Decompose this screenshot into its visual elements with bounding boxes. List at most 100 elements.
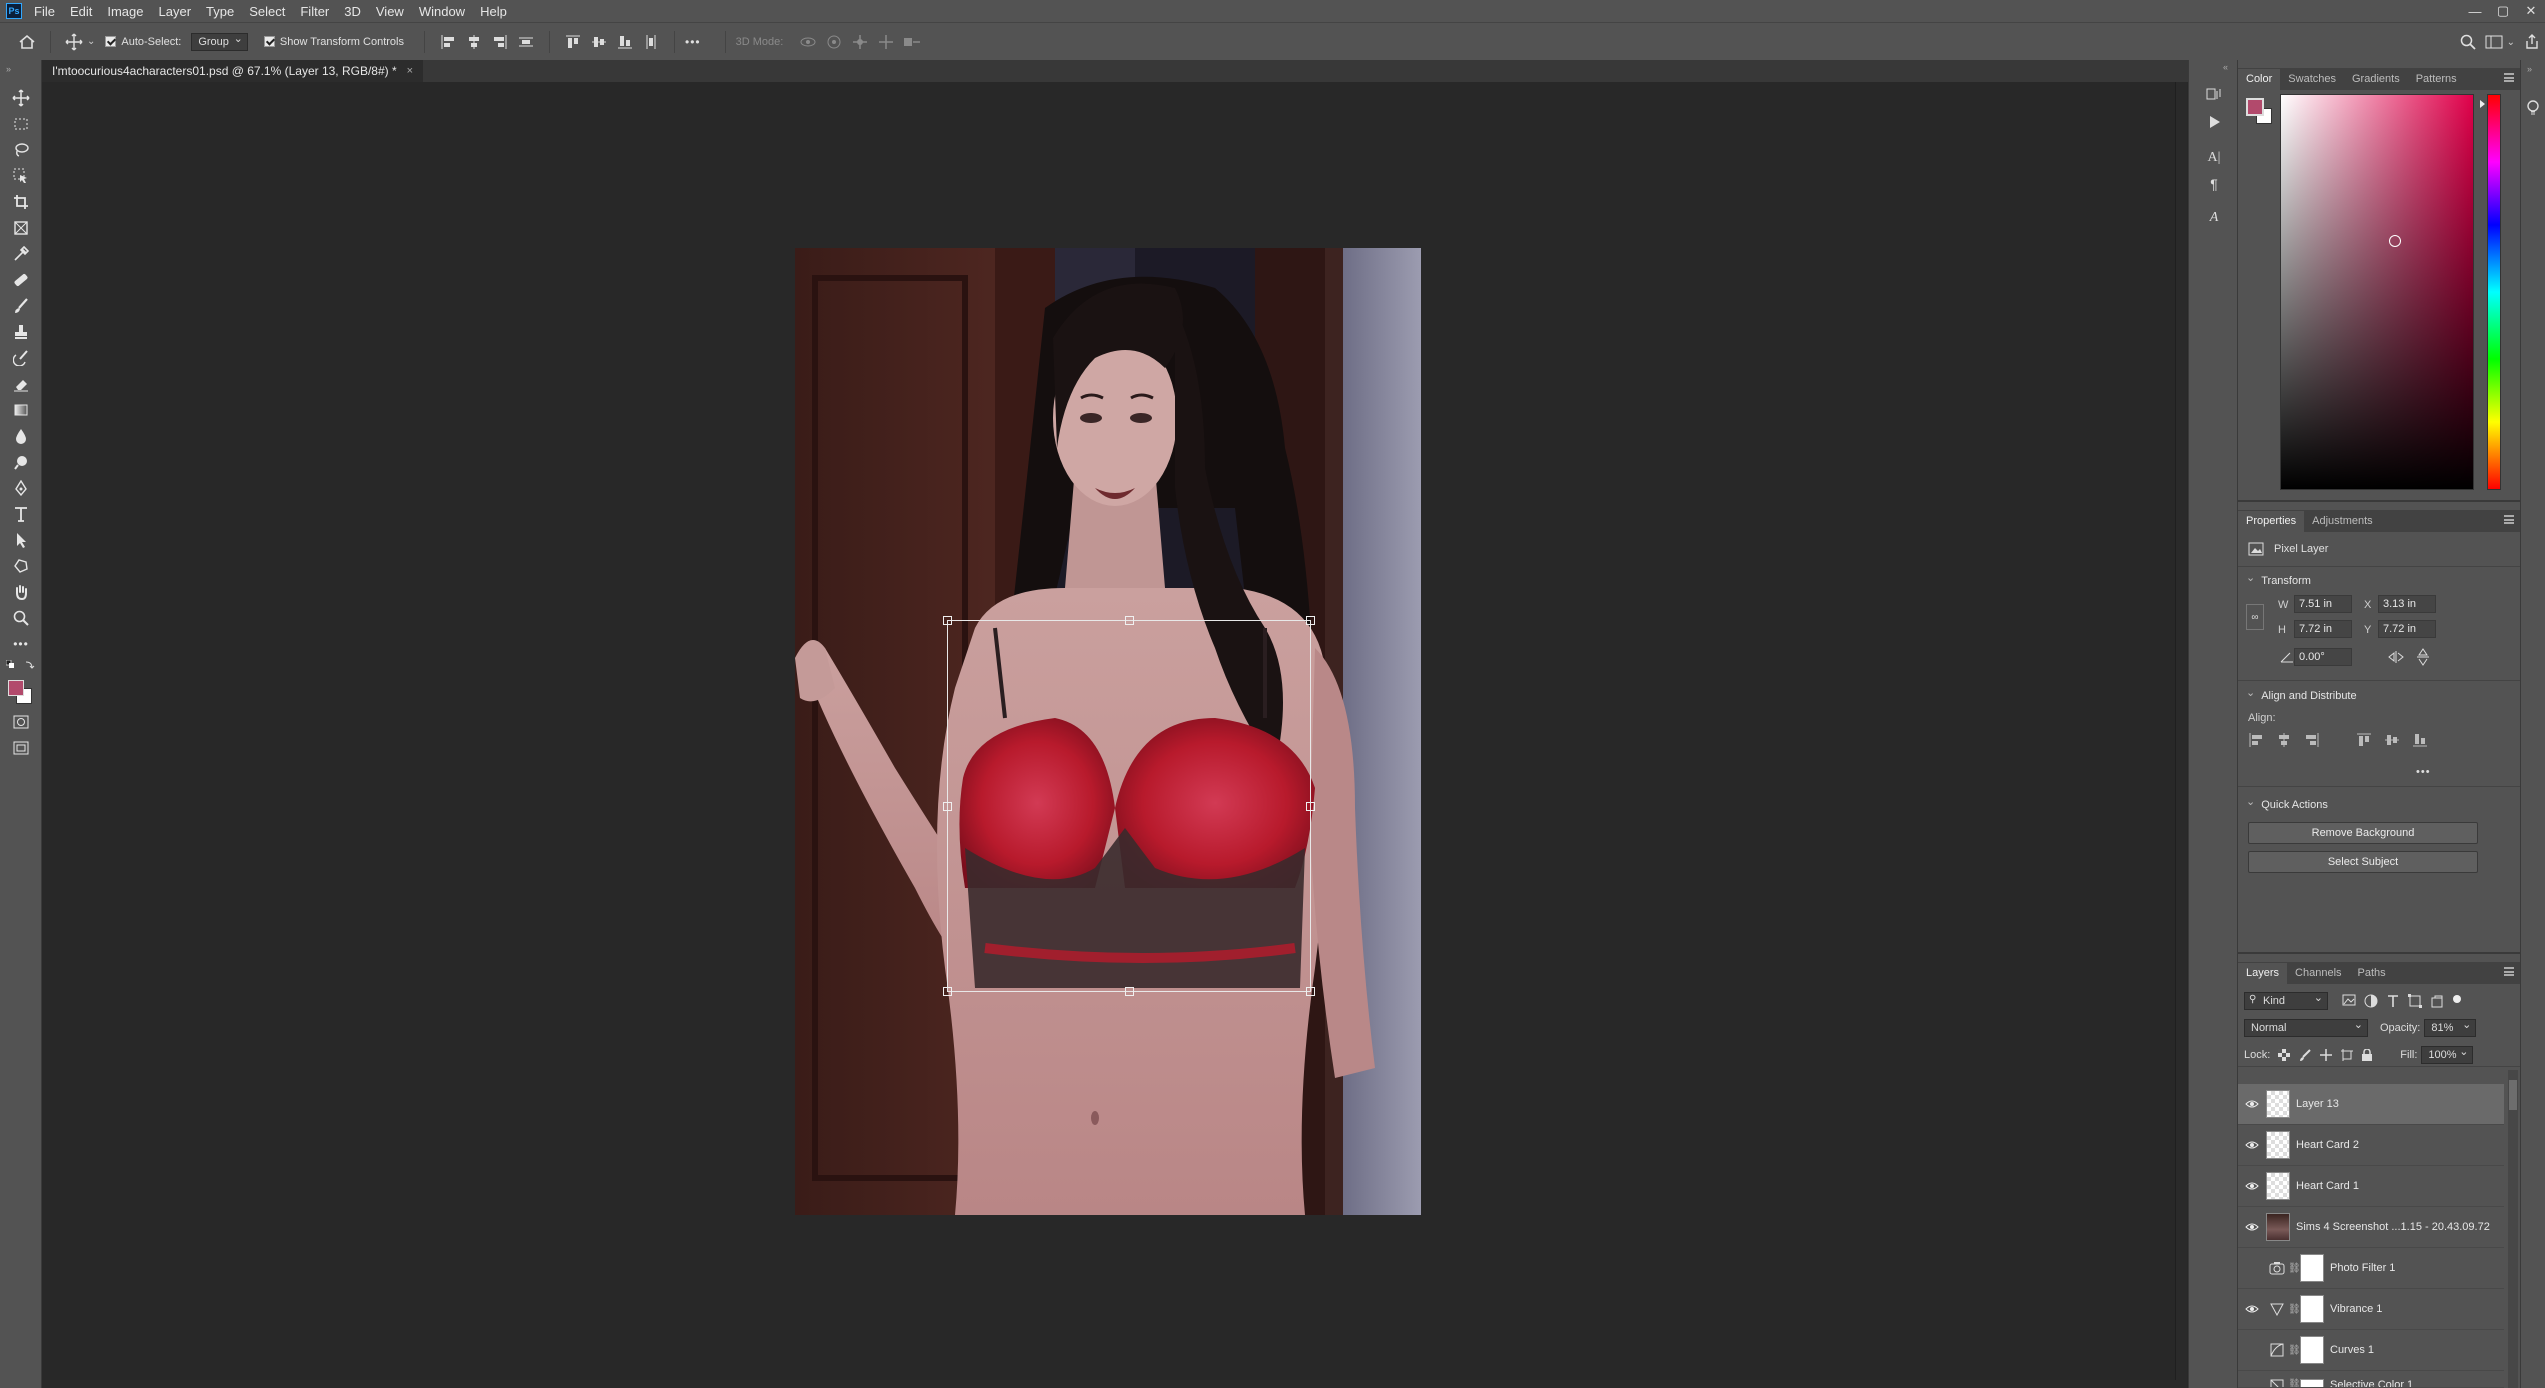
- more-tools-icon[interactable]: •••: [7, 632, 35, 656]
- layer-row[interactable]: ⛓ Vibrance 1: [2238, 1289, 2504, 1330]
- menu-edit[interactable]: Edit: [70, 4, 92, 19]
- remove-background-button[interactable]: Remove Background: [2248, 822, 2478, 844]
- align-distribute-heading[interactable]: Align and Distribute: [2246, 689, 2356, 702]
- filter-smart-object-icon[interactable]: [2430, 994, 2444, 1008]
- mask-link-icon[interactable]: ⛓: [2288, 1263, 2301, 1274]
- restore-button[interactable]: ▢: [2489, 0, 2517, 22]
- layer-row[interactable]: ⛓ Curves 1: [2238, 1330, 2504, 1371]
- marquee-tool-icon[interactable]: [7, 112, 35, 136]
- transform-handle-right[interactable]: [1306, 802, 1315, 811]
- tab-patterns[interactable]: Patterns: [2408, 69, 2465, 90]
- layers-scrollbar[interactable]: [2508, 1070, 2518, 1388]
- tab-channels[interactable]: Channels: [2287, 963, 2349, 984]
- filter-shape-icon[interactable]: [2408, 994, 2422, 1008]
- object-select-tool-icon[interactable]: [7, 164, 35, 188]
- layer-name[interactable]: Heart Card 1: [2296, 1180, 2359, 1192]
- align-right-icon[interactable]: [2304, 732, 2320, 748]
- history-brush-tool-icon[interactable]: [7, 346, 35, 370]
- align-horizontal-centers-icon[interactable]: [461, 31, 487, 53]
- layer-name[interactable]: Curves 1: [2330, 1344, 2374, 1356]
- tab-layers[interactable]: Layers: [2238, 963, 2288, 984]
- align-vertical-centers-icon[interactable]: [586, 31, 612, 53]
- fill-field[interactable]: 100%: [2421, 1045, 2474, 1064]
- auto-select-target-dropdown[interactable]: Group: [191, 32, 248, 51]
- paragraph-panel-icon[interactable]: ¶: [2201, 172, 2227, 196]
- menu-image[interactable]: Image: [107, 4, 143, 19]
- layer-name[interactable]: Heart Card 2: [2296, 1139, 2359, 1151]
- lock-image-pixels-icon[interactable]: [2299, 1049, 2312, 1061]
- menu-file[interactable]: File: [34, 4, 55, 19]
- layer-name[interactable]: Sims 4 Screenshot ...1.15 - 20.43.09.72: [2296, 1221, 2490, 1233]
- y-position-field[interactable]: 7.72 in: [2378, 620, 2436, 638]
- tab-swatches[interactable]: Swatches: [2280, 69, 2344, 90]
- hue-slider-marker[interactable]: [2480, 100, 2485, 108]
- workspace-switcher-icon[interactable]: [2481, 31, 2507, 53]
- properties-panel-menu-icon[interactable]: [2504, 515, 2514, 524]
- align-more-options-icon[interactable]: •••: [2416, 766, 2431, 778]
- visibility-eye-icon[interactable]: [2238, 1181, 2266, 1191]
- shape-tool-icon[interactable]: [7, 554, 35, 578]
- layers-panel-menu-icon[interactable]: [2504, 967, 2514, 976]
- flip-horizontal-icon[interactable]: [2388, 650, 2406, 664]
- menu-filter[interactable]: Filter: [300, 4, 329, 19]
- align-left-icon[interactable]: [2248, 732, 2264, 748]
- hand-tool-icon[interactable]: [7, 580, 35, 604]
- lock-artboard-icon[interactable]: [2341, 1049, 2354, 1061]
- zoom-tool-icon[interactable]: [7, 606, 35, 630]
- canvas-vertical-scrollbar[interactable]: [2175, 82, 2187, 1388]
- transform-handle-bottom-left[interactable]: [943, 987, 952, 996]
- hue-slider[interactable]: [2487, 94, 2501, 490]
- align-top-edges-icon[interactable]: [560, 31, 586, 53]
- quick-mask-icon[interactable]: [7, 710, 35, 734]
- distribute-horizontal-icon[interactable]: [638, 31, 664, 53]
- default-colors-icon[interactable]: [6, 660, 36, 674]
- align-middle-icon[interactable]: [2384, 732, 2400, 748]
- layer-name[interactable]: Vibrance 1: [2330, 1303, 2382, 1315]
- menu-window[interactable]: Window: [419, 4, 465, 19]
- filter-adjustment-icon[interactable]: [2364, 994, 2378, 1008]
- align-right-edges-icon[interactable]: [487, 31, 513, 53]
- frame-tool-icon[interactable]: [7, 216, 35, 240]
- dodge-tool-icon[interactable]: [7, 450, 35, 474]
- glyphs-panel-icon[interactable]: A: [2201, 206, 2227, 230]
- transform-handle-top-right[interactable]: [1306, 616, 1315, 625]
- transform-bounding-box[interactable]: [943, 616, 1315, 996]
- path-select-tool-icon[interactable]: [7, 528, 35, 552]
- mask-link-icon[interactable]: ⛓: [2288, 1379, 2301, 1387]
- layer-row[interactable]: Heart Card 2: [2238, 1125, 2504, 1166]
- collapse-toolbar-icon[interactable]: »: [6, 64, 11, 74]
- visibility-eye-icon[interactable]: [2238, 1140, 2266, 1150]
- align-left-edges-icon[interactable]: [435, 31, 461, 53]
- quick-actions-heading[interactable]: Quick Actions: [2246, 798, 2328, 811]
- 3d-slide-icon[interactable]: [873, 31, 899, 53]
- align-center-icon[interactable]: [2276, 732, 2292, 748]
- menu-select[interactable]: Select: [249, 4, 285, 19]
- move-tool-icon[interactable]: [7, 86, 35, 110]
- filter-type-icon[interactable]: [2386, 994, 2400, 1008]
- blend-mode-dropdown[interactable]: Normal: [2244, 1018, 2368, 1037]
- close-window-button[interactable]: ✕: [2517, 0, 2545, 22]
- learn-panel-icon[interactable]: [2526, 100, 2540, 116]
- visibility-eye-icon[interactable]: [2238, 1304, 2266, 1314]
- layer-row[interactable]: Sims 4 Screenshot ...1.15 - 20.43.09.72: [2238, 1207, 2504, 1248]
- minimize-button[interactable]: —: [2461, 0, 2489, 22]
- close-document-icon[interactable]: ×: [407, 65, 413, 77]
- link-dimensions-icon[interactable]: ∞: [2246, 604, 2264, 630]
- filter-toggle-icon[interactable]: [2452, 994, 2462, 1004]
- document-tab[interactable]: I'mtoocurious4acharacters01.psd @ 67.1% …: [42, 60, 424, 82]
- visibility-eye-icon[interactable]: [2238, 1222, 2266, 1232]
- collapse-dock-icon[interactable]: »: [2527, 64, 2532, 74]
- tab-color[interactable]: Color: [2238, 69, 2281, 90]
- tab-adjustments[interactable]: Adjustments: [2304, 511, 2381, 532]
- mask-link-icon[interactable]: ⛓: [2288, 1345, 2301, 1356]
- eyedropper-tool-icon[interactable]: [7, 242, 35, 266]
- lock-transparent-pixels-icon[interactable]: [2278, 1049, 2291, 1061]
- 3d-roll-icon[interactable]: [821, 31, 847, 53]
- layers-scrollbar-thumb[interactable]: [2509, 1080, 2517, 1110]
- 3d-orbit-icon[interactable]: [795, 31, 821, 53]
- opacity-field[interactable]: 81%: [2424, 1018, 2477, 1037]
- auto-select-check[interactable]: [105, 36, 117, 47]
- mask-link-icon[interactable]: ⛓: [2288, 1304, 2301, 1315]
- lasso-tool-icon[interactable]: [7, 138, 35, 162]
- select-subject-button[interactable]: Select Subject: [2248, 851, 2478, 873]
